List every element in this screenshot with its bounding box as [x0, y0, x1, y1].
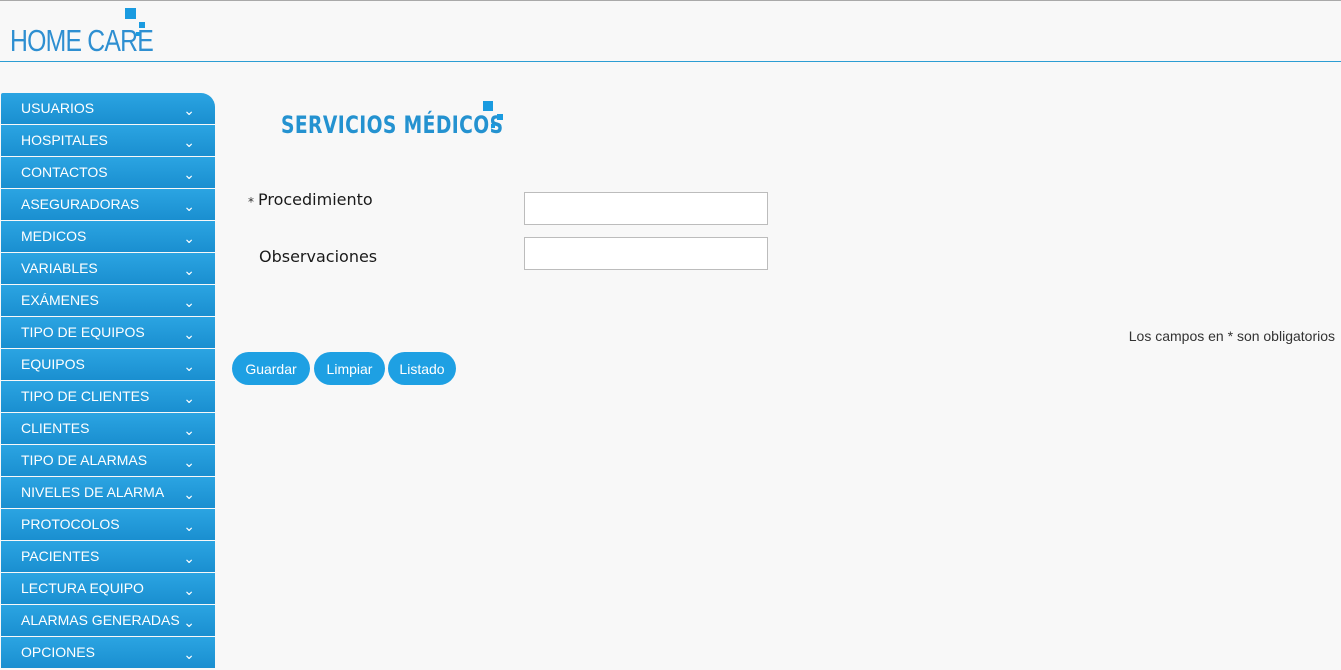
- sidebar-item-medicos[interactable]: MEDICOS ⌄: [1, 221, 215, 252]
- header-bar: HOME CARE: [0, 1, 1341, 62]
- chevron-down-icon: ⌄: [183, 294, 195, 310]
- sidebar-item-equipos[interactable]: EQUIPOS ⌄: [1, 349, 215, 380]
- sidebar-item-aseguradoras[interactable]: ASEGURADORAS ⌄: [1, 189, 215, 220]
- sidebar-item-opciones[interactable]: OPCIONES ⌄: [1, 637, 215, 668]
- save-button[interactable]: Guardar: [232, 352, 310, 385]
- required-fields-note: Los campos en * son obligatorios: [1128, 328, 1335, 344]
- chevron-down-icon: ⌄: [183, 582, 195, 598]
- procedimiento-input[interactable]: [524, 192, 768, 225]
- chevron-down-icon: ⌄: [183, 422, 195, 438]
- logo-square-icon: [139, 22, 145, 28]
- observaciones-input[interactable]: [524, 237, 768, 270]
- chevron-down-icon: ⌄: [183, 614, 195, 630]
- required-marker: *: [248, 195, 254, 209]
- sidebar-menu: USUARIOS ⌄ HOSPITALES ⌄ CONTACTOS ⌄ ASEGURA…: [1, 93, 215, 669]
- observaciones-label: Observaciones: [259, 247, 378, 266]
- chevron-down-icon: ⌄: [183, 390, 195, 406]
- sidebar-item-tipo-de-alarmas[interactable]: TIPO DE ALARMAS ⌄: [1, 445, 215, 476]
- chevron-down-icon: ⌄: [183, 198, 195, 214]
- chevron-down-icon: ⌄: [183, 486, 195, 502]
- chevron-down-icon: ⌄: [183, 518, 195, 534]
- list-button[interactable]: Listado: [388, 352, 456, 385]
- page-title: SERVICIOS MÉDICOS: [281, 111, 504, 139]
- sidebar-item-tipo-de-equipos[interactable]: TIPO DE EQUIPOS ⌄: [1, 317, 215, 348]
- title-square-icon: [497, 114, 503, 120]
- chevron-down-icon: ⌄: [183, 326, 195, 342]
- chevron-down-icon: ⌄: [183, 230, 195, 246]
- clear-button[interactable]: Limpiar: [314, 352, 385, 385]
- sidebar-item-examenes[interactable]: EXÁMENES ⌄: [1, 285, 215, 316]
- sidebar-item-clientes[interactable]: CLIENTES ⌄: [1, 413, 215, 444]
- sidebar-item-protocolos[interactable]: PROTOCOLOS ⌄: [1, 509, 215, 540]
- sidebar-item-variables[interactable]: VARIABLES ⌄: [1, 253, 215, 284]
- title-square-icon: [483, 101, 493, 111]
- logo-square-icon: [125, 8, 136, 19]
- home-care-logo[interactable]: HOME CARE: [10, 23, 154, 59]
- chevron-down-icon: ⌄: [183, 646, 195, 662]
- logo-square-icon: [136, 32, 140, 36]
- sidebar-item-contactos[interactable]: CONTACTOS ⌄: [1, 157, 215, 188]
- sidebar-item-niveles-de-alarma[interactable]: NIVELES DE ALARMA ⌄: [1, 477, 215, 508]
- procedimiento-label: Procedimiento: [258, 190, 373, 209]
- sidebar-item-alarmas-generadas[interactable]: ALARMAS GENERADAS ⌄: [1, 605, 215, 636]
- chevron-down-icon: ⌄: [183, 262, 195, 278]
- sidebar-item-hospitales[interactable]: HOSPITALES ⌄: [1, 125, 215, 156]
- sidebar-item-usuarios[interactable]: USUARIOS ⌄: [1, 93, 215, 124]
- chevron-down-icon: ⌄: [183, 550, 195, 566]
- sidebar-item-tipo-de-clientes[interactable]: TIPO DE CLIENTES ⌄: [1, 381, 215, 412]
- sidebar-item-pacientes[interactable]: PACIENTES ⌄: [1, 541, 215, 572]
- chevron-down-icon: ⌄: [183, 358, 195, 374]
- chevron-down-icon: ⌄: [183, 166, 195, 182]
- chevron-down-icon: ⌄: [183, 454, 195, 470]
- sidebar-item-lectura-equipo[interactable]: LECTURA EQUIPO ⌄: [1, 573, 215, 604]
- chevron-down-icon: ⌄: [183, 102, 195, 118]
- chevron-down-icon: ⌄: [183, 134, 195, 150]
- title-square-icon: [491, 124, 495, 128]
